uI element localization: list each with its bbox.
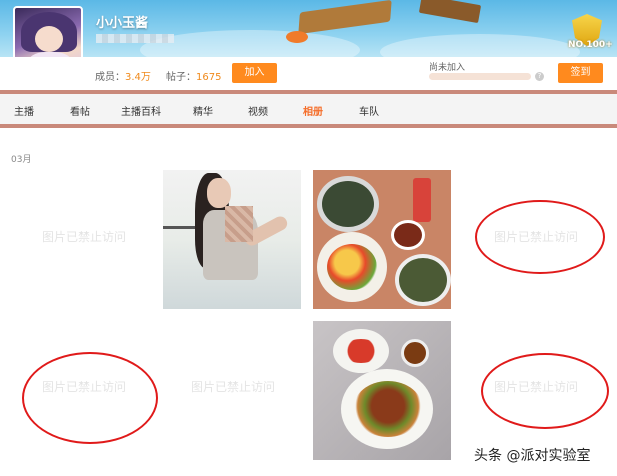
avatar-face [35, 26, 63, 52]
red-circle-annotation [22, 352, 158, 444]
posts-label: 帖子： [166, 72, 196, 83]
join-button[interactable]: 加入 [232, 63, 277, 83]
blocked-photo[interactable]: 图片已禁止访问 [163, 316, 303, 456]
members-label: 成员： [95, 72, 125, 83]
red-circle-annotation [475, 200, 605, 274]
header-banner [0, 0, 617, 57]
rank-badge-label: NO.100+ [568, 40, 613, 50]
tab-featured[interactable]: 精华 [193, 103, 213, 118]
posts-value: 1675 [196, 72, 222, 83]
album-photo[interactable] [313, 170, 451, 309]
photo-detail [401, 339, 429, 367]
mosaic-blur [225, 206, 253, 242]
posts-stat: 帖子：1675 [166, 68, 221, 83]
photo-detail [207, 178, 231, 208]
members-value: 3.4万 [125, 72, 151, 83]
tab-album[interactable]: 相册 [303, 103, 323, 118]
album-month: 03月 [11, 155, 32, 165]
photo-detail [395, 254, 451, 306]
album-photo[interactable] [313, 321, 451, 460]
tab-team[interactable]: 车队 [359, 103, 379, 118]
red-circle-annotation [481, 353, 609, 429]
signin-button[interactable]: 签到 [558, 63, 603, 83]
group-name: 小小玉酱 [96, 16, 149, 31]
members-stat: 成员：3.4万 [95, 68, 151, 83]
tab-wiki[interactable]: 主播百科 [121, 103, 161, 118]
banner-boat-decoration [418, 0, 482, 24]
banner-boat-decoration [298, 0, 392, 35]
photo-detail [413, 178, 431, 222]
photo-detail [391, 220, 425, 250]
join-progress-bar [429, 73, 531, 80]
photo-detail [317, 176, 379, 232]
watermark: 头条 @派对实验室 [474, 448, 591, 464]
tab-posts[interactable]: 看帖 [70, 103, 90, 118]
photo-detail [353, 381, 423, 437]
tab-anchor[interactable]: 主播 [14, 103, 34, 118]
banner-wave [380, 34, 580, 57]
join-status: 尚未加入 [429, 63, 466, 73]
blocked-photo[interactable]: 图片已禁止访问 [14, 166, 154, 306]
banner-fish-decoration [286, 31, 308, 43]
blurred-id [96, 34, 174, 43]
rank-badge[interactable]: NO.100+ [568, 14, 613, 52]
photo-detail [341, 339, 381, 363]
help-icon[interactable]: ? [535, 72, 544, 81]
photo-detail [327, 244, 377, 290]
tab-videos[interactable]: 视频 [248, 103, 268, 118]
album-photo[interactable] [163, 170, 301, 309]
